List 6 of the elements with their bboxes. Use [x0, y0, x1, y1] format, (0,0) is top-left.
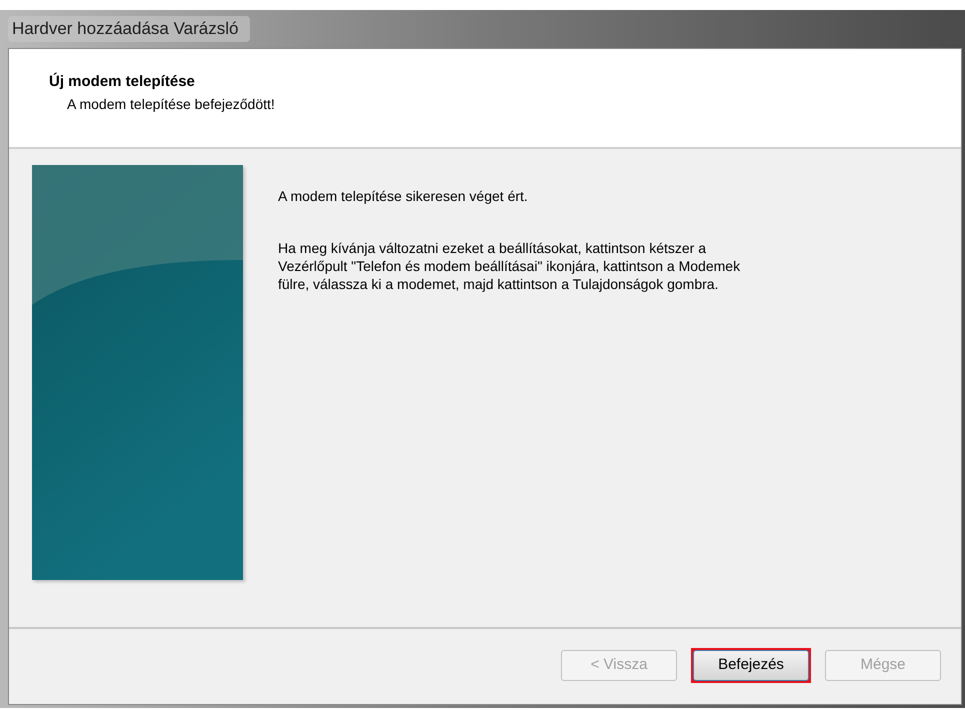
dialog-button[interactable]: Befejezés [693, 650, 809, 681]
page-title: Új modem telepítése [49, 72, 196, 92]
message-text: A modem telepítése sikeresen véget ért. [278, 187, 529, 205]
page-subtitle: A modem telepítése befejeződött! [66, 94, 276, 114]
window-title: Hardver hozzáadása Varázsló [8, 16, 250, 42]
message-text: Ha meg kívánja változatni ezeket a beállításokat, kattintson kétszer a Vezérlőpult "Telefon és modem beállításai" ikonjára, kattintson a Modemek fülre, válassza ki a modemet, majd kattintson a Tulajdonságok gombra. [278, 239, 742, 293]
